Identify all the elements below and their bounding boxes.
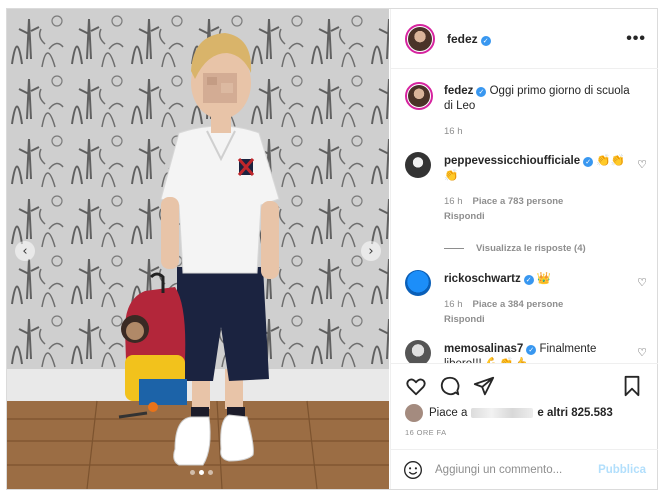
- comment-input[interactable]: [435, 464, 595, 476]
- like-comment-icon[interactable]: ♡: [637, 158, 647, 171]
- more-options-icon[interactable]: •••: [626, 30, 646, 48]
- like-comment-icon[interactable]: ♡: [637, 346, 647, 359]
- post-header: fedez ✓ •••: [391, 9, 658, 69]
- comment-username[interactable]: rickoschwartz: [444, 273, 521, 285]
- author-username[interactable]: fedez ✓: [447, 32, 491, 46]
- post-image: [7, 9, 389, 489]
- caption-time: 16 h: [444, 126, 463, 137]
- chevron-right-icon: ›: [368, 243, 374, 259]
- verified-badge-icon: ✓: [523, 275, 534, 285]
- carousel-dot: [190, 470, 195, 475]
- carousel-dot: [208, 470, 213, 475]
- next-photo-button[interactable]: ›: [361, 241, 381, 261]
- reply-button[interactable]: Rispondi: [444, 209, 634, 224]
- share-icon[interactable]: [473, 375, 495, 397]
- comments-list[interactable]: fedez ✓ Oggi primo giorno di scuola di Le…: [391, 70, 658, 363]
- verified-badge-icon: ✓: [583, 157, 594, 167]
- comment-time: 16 h: [444, 299, 463, 310]
- liker-avatar: [405, 404, 423, 422]
- verified-badge-icon: ✓: [476, 87, 487, 97]
- view-replies-button[interactable]: Visualizza le risposte (4): [444, 243, 586, 254]
- commenter-avatar[interactable]: [405, 340, 431, 363]
- post-time: 16 ORE FA: [405, 428, 447, 437]
- commenter-avatar[interactable]: [405, 270, 431, 296]
- author-avatar[interactable]: [405, 23, 435, 54]
- caption-avatar[interactable]: [405, 82, 433, 110]
- add-comment-bar: Pubblica: [391, 449, 658, 490]
- emoji-icon[interactable]: [403, 460, 423, 480]
- post-modal: ‹ › fedez ✓ ••• fedez ✓ Oggi primo giorno …: [6, 8, 658, 490]
- verified-badge-icon: ✓: [526, 345, 537, 355]
- comment-likes[interactable]: Piace a 783 persone: [473, 196, 564, 207]
- post-photo[interactable]: ‹ ›: [7, 9, 389, 489]
- comment-time: 16 h: [444, 196, 463, 207]
- post-actions: Piace a e altri 825.583 16 ORE FA Pubbli…: [391, 363, 658, 489]
- chevron-left-icon: ‹: [22, 243, 28, 259]
- bookmark-icon[interactable]: [621, 375, 643, 397]
- comment-likes[interactable]: Piace a 384 persone: [473, 299, 564, 310]
- comment-text: 👑: [536, 273, 552, 285]
- carousel-dots: [190, 470, 213, 475]
- comment-icon[interactable]: [439, 375, 461, 397]
- likes-summary[interactable]: Piace a e altri 825.583: [405, 404, 613, 422]
- hidden-username: [471, 408, 534, 418]
- caption-username[interactable]: fedez: [444, 85, 473, 97]
- post-sidebar: fedez ✓ ••• fedez ✓ Oggi primo giorno di s…: [390, 9, 658, 489]
- reply-button[interactable]: Rispondi: [444, 312, 634, 327]
- like-icon[interactable]: [405, 375, 427, 397]
- likes-count[interactable]: e altri 825.583: [537, 407, 612, 419]
- likes-prefix: Piace a: [429, 407, 468, 419]
- like-comment-icon[interactable]: ♡: [637, 276, 647, 289]
- carousel-dot-active: [199, 470, 204, 475]
- verified-badge-icon: ✓: [480, 35, 491, 46]
- previous-photo-button[interactable]: ‹: [15, 241, 35, 261]
- comment-username[interactable]: memosalinas7: [444, 343, 523, 355]
- post-comment-button[interactable]: Pubblica: [598, 464, 646, 476]
- comment-username[interactable]: peppevessicchioufficiale: [444, 155, 580, 167]
- commenter-avatar[interactable]: [405, 152, 431, 178]
